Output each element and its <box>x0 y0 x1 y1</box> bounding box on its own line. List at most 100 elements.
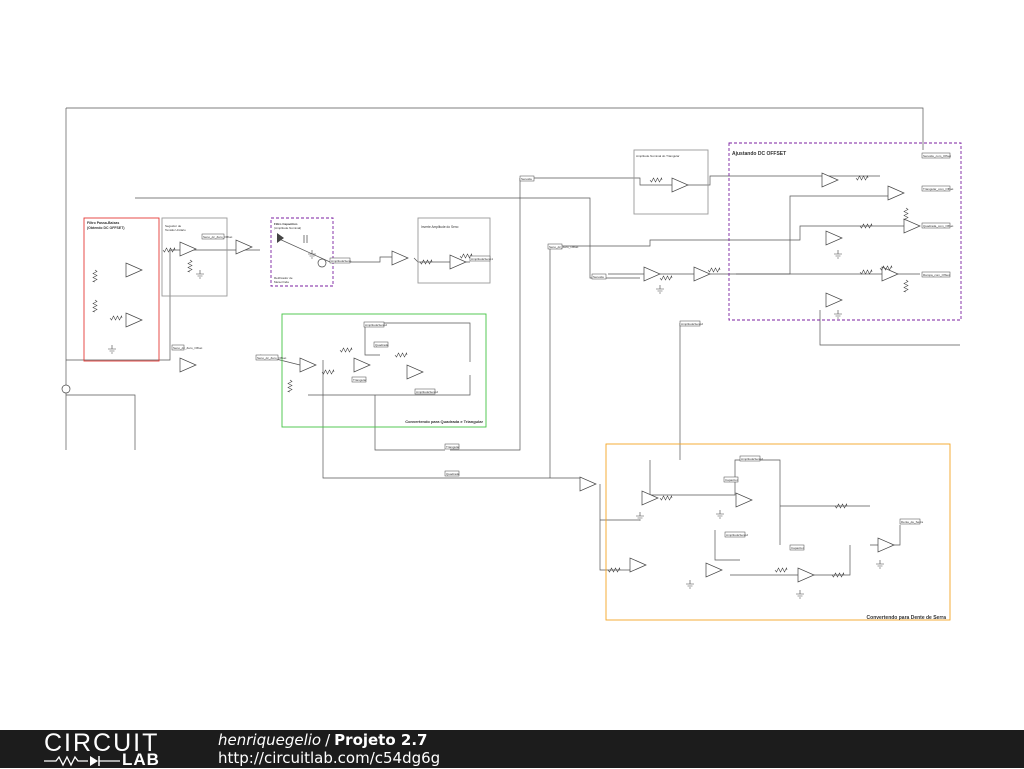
ground <box>796 590 804 599</box>
net-label-text: Rampa_com_Offset <box>923 273 950 277</box>
resistor <box>707 267 721 273</box>
ground <box>834 250 842 259</box>
net-label-text: AmplitudeSeno2 <box>365 323 387 327</box>
op-amp <box>887 185 905 201</box>
resistor <box>92 269 98 283</box>
net-label-text: AmplitudeSeno2 <box>741 457 763 461</box>
wire <box>550 225 920 247</box>
sawtooth-block <box>605 443 951 621</box>
components <box>61 172 921 599</box>
op-amp <box>643 266 661 282</box>
load-symbol <box>317 258 327 268</box>
net-label-text: Dente_de_Serra <box>901 520 923 524</box>
resistor <box>287 379 293 393</box>
resistor <box>321 369 335 375</box>
net-label-text: AmplitudeSeno2 <box>681 322 703 326</box>
unity-follower-subtitle: Tensão Unitário <box>165 228 186 232</box>
wire <box>819 310 960 346</box>
net-label-text: Triangular <box>353 378 366 382</box>
resistor <box>339 347 353 353</box>
net-label-text: Quadrada_com_Offset <box>923 224 953 228</box>
square-triangle-block <box>281 313 487 428</box>
net-label-text: Triangular_com_Offset <box>923 187 954 191</box>
ground <box>716 510 724 519</box>
schematic-canvas[interactable]: Filtro Passa-Baixas(Obtendo DC OFFSET) Se… <box>0 0 1024 730</box>
op-amp <box>449 254 467 270</box>
resistor <box>774 567 788 573</box>
net-label-text: Seno_dc_Zero_Offset <box>173 346 202 350</box>
op-amp <box>299 357 317 373</box>
op-amp <box>125 262 143 278</box>
ground <box>196 270 204 279</box>
net-label-text: Triangular <box>446 445 459 449</box>
resistor <box>394 352 408 358</box>
low-pass-filter-block <box>83 217 160 362</box>
op-amp <box>903 218 921 234</box>
ground <box>686 580 694 589</box>
dc-offset-title: Ajustando DC OFFSET <box>732 151 786 157</box>
net-label-text: Seno_dc_Zero_Offset <box>549 245 578 249</box>
net-label-text: AmplitudeSeno2 <box>726 533 748 537</box>
project-url[interactable]: http://circuitlab.com/c54dg6g <box>218 749 440 767</box>
op-amp <box>353 357 371 373</box>
op-amp <box>877 537 895 553</box>
half-wave-subtitle: Meia-Onda <box>274 280 289 284</box>
ground <box>636 512 644 521</box>
op-amp <box>179 241 197 257</box>
resistor <box>109 315 123 321</box>
op-amp <box>579 476 597 492</box>
op-amp <box>797 567 815 583</box>
net-label-text: Quadrada <box>446 472 460 476</box>
capacitor <box>303 235 308 243</box>
net-label-text: AmplitudeSeno2 <box>416 390 438 394</box>
op-amp <box>235 239 253 255</box>
op-amp <box>825 230 843 246</box>
net-label-text: AmplitudeSeno <box>331 259 352 263</box>
op-amp <box>179 357 197 373</box>
wire <box>308 375 471 396</box>
ground <box>108 345 116 354</box>
resistor <box>92 299 98 313</box>
ground <box>308 250 316 259</box>
op-amp <box>125 312 143 328</box>
author-link[interactable]: henriquegelio <box>218 731 321 749</box>
low-pass-subtitle: (Obtendo DC OFFSET) <box>87 226 125 230</box>
circuitlab-logo-mark[interactable]: LAB <box>44 751 174 768</box>
wire <box>66 394 136 450</box>
net-label-text: Capacitor <box>725 478 738 482</box>
resistor <box>855 175 869 181</box>
net-label-text: Senoide <box>593 275 604 279</box>
resistor <box>903 279 909 293</box>
op-amp <box>629 557 647 573</box>
sine-source <box>61 384 71 394</box>
op-amp <box>693 266 711 282</box>
project-credit: henriquegelio / Projeto 2.7 <box>218 731 427 749</box>
op-amp <box>825 292 843 308</box>
nominal-triangle-block <box>633 149 709 215</box>
net-label-text: Seno_dc_Zero_Offset <box>257 356 286 360</box>
op-amp <box>391 250 409 266</box>
net-label-text: Senoide_com_Offset <box>923 154 951 158</box>
circuitlab-footer: CIRCUIT LAB henriquegelio / Projeto 2.7 ht… <box>0 730 1024 768</box>
diode <box>277 233 284 243</box>
low-pass-title: Filtro Passa-Baixas <box>87 221 119 225</box>
capacitive-filter-subtitle: (Amplitude Nominal) <box>274 226 301 230</box>
resistor <box>659 495 673 501</box>
nominal-triangle-title: Amplitude Nominal do Triangular <box>636 154 680 158</box>
diode-waveform-icon <box>44 755 120 767</box>
resistor <box>659 275 673 281</box>
op-amp <box>671 177 689 193</box>
ground <box>656 285 664 294</box>
wire <box>649 460 700 496</box>
resistor <box>162 247 176 253</box>
net-label-text: Quadrada <box>375 343 389 347</box>
project-title[interactable]: Projeto 2.7 <box>334 731 427 749</box>
resistor <box>903 207 909 221</box>
wire <box>364 323 380 356</box>
resistor <box>649 177 663 183</box>
wire <box>608 195 890 275</box>
net-label-text: AmplitudeSeno1 <box>471 257 493 261</box>
net-label-text: Senoide <box>521 177 532 181</box>
sawtooth-title: Convertendo para Dente de Serra <box>867 615 947 621</box>
net-label-text: Capacitor <box>791 546 804 550</box>
